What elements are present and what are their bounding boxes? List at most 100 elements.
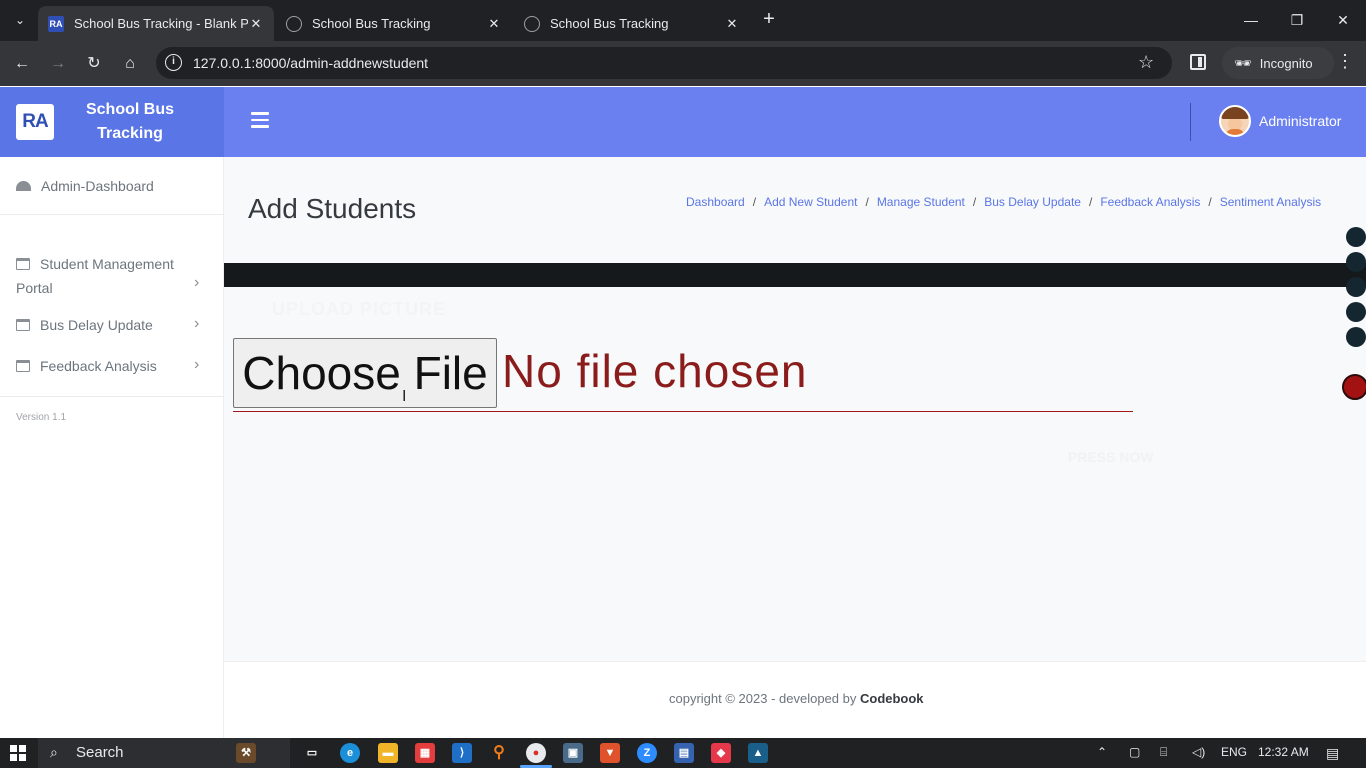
avatar[interactable] [1219,105,1251,137]
side-panel-icon[interactable] [1190,54,1206,70]
browser-tab[interactable]: School Bus Tracking ✕ [276,6,512,41]
window-icon [16,258,30,270]
floating-dot[interactable] [1346,327,1366,347]
close-tab-icon[interactable]: ✕ [248,16,264,32]
back-button[interactable]: ← [9,51,35,77]
breadcrumb-manage-student[interactable]: Manage Student [877,195,965,209]
bookmark-star-icon[interactable]: ☆ [1138,52,1154,73]
submit-button[interactable]: PRESS NOW [1068,449,1154,465]
network-icon[interactable]: ⌸ [1160,745,1167,760]
search-everything-icon[interactable]: ⚲ [489,743,509,763]
tab-search-dropdown-icon[interactable]: ⌄ [8,8,32,32]
floating-dot[interactable] [1346,252,1366,272]
anydesk-icon[interactable]: ◆ [711,743,731,763]
breadcrumb-sentiment-analysis[interactable]: Sentiment Analysis [1220,195,1321,209]
notifications-icon[interactable]: ▤ [1326,745,1339,762]
clock[interactable]: 12:32 AM [1258,745,1309,759]
app-logo[interactable]: RA [16,104,54,140]
close-tab-icon[interactable]: ✕ [724,16,740,32]
sidebar-item-label: Feedback Analysis [40,358,157,374]
windows-start-icon[interactable] [10,745,26,761]
globe-icon [524,15,540,32]
breadcrumb-add-new-student[interactable]: Add New Student [764,195,857,209]
close-tab-icon[interactable]: ✕ [486,16,502,32]
navbar-divider [1190,103,1191,141]
sidebar-item-label: Admin-Dashboard [41,178,154,194]
task-view-icon[interactable]: ▭ [302,743,322,763]
url-text[interactable]: 127.0.0.1:8000/admin-addnewstudent [193,55,428,71]
tab-title: School Bus Tracking [550,16,669,31]
sidebar-item-admin-dashboard[interactable]: Admin-Dashboard [16,178,154,194]
volume-icon[interactable]: ◁) [1192,745,1205,759]
sidebar-item-label: Student Management Portal [16,256,174,296]
sidebar-item-student-management[interactable]: Student Management Portal [16,252,186,300]
sidebar-divider [0,396,224,397]
hamburger-menu-icon[interactable] [251,112,269,128]
new-tab-button[interactable]: + [758,8,780,32]
incognito-icon: 🕶 [1234,54,1252,71]
choose-file-button[interactable]: Choose File [233,338,497,408]
store-icon[interactable]: ▦ [415,743,435,763]
breadcrumb: Dashboard / Add New Student / Manage Student… [686,195,1322,209]
sidebar-item-bus-delay[interactable]: Bus Delay Update [16,317,153,333]
main-content [224,157,1366,661]
minimize-button[interactable]: — [1228,8,1274,32]
vscode-icon[interactable]: ⟩ [452,743,472,763]
tab-title: School Bus Tracking - Blank Pa [74,16,248,31]
user-name[interactable]: Administrator [1259,113,1341,129]
close-window-button[interactable]: ✕ [1320,8,1366,32]
footer-text: copyright © 2023 - developed by Codebook [669,691,924,706]
breadcrumb-bus-delay-update[interactable]: Bus Delay Update [984,195,1081,209]
no-file-chosen-text: No file chosen [502,345,808,397]
file-input-underline [233,411,1133,412]
reload-button[interactable]: ↻ [81,51,107,77]
floating-dot[interactable] [1346,227,1366,247]
sidebar-divider [0,214,224,215]
incognito-label: Incognito [1259,55,1313,71]
chevron-right-icon[interactable]: › [194,356,199,374]
screen-capture-icon[interactable]: ▤ [674,743,694,763]
brave-icon[interactable]: ▼ [600,743,620,763]
gauge-icon [16,181,31,191]
language-indicator[interactable]: ENG [1221,745,1247,759]
chrome-icon[interactable]: ● [526,743,546,763]
brand-title[interactable]: School Bus Tracking [64,98,196,146]
browser-menu-icon[interactable]: ⋮ [1336,51,1354,72]
remote-desktop-icon[interactable]: ▣ [563,743,583,763]
text-cursor-icon: I [402,388,407,405]
page-title: Add Students [248,193,417,224]
floating-dot[interactable] [1346,302,1366,322]
floating-dot[interactable] [1346,277,1366,297]
browser-tab[interactable]: School Bus Tracking ✕ [514,6,750,41]
chevron-right-icon[interactable]: › [194,315,199,333]
edge-icon[interactable]: e [340,743,360,763]
footer-brand-link[interactable]: Codebook [860,691,924,706]
tab-title: School Bus Tracking [312,16,431,31]
copyright-text: copyright © 2023 - developed by [669,691,860,706]
meet-now-icon[interactable]: ▢ [1129,745,1140,759]
terminal-icon[interactable]: ▲ [748,743,768,763]
floating-red-dot[interactable] [1342,374,1366,400]
sidebar-item-label: Bus Delay Update [40,317,153,333]
window-icon [16,360,30,372]
sidebar-item-feedback[interactable]: Feedback Analysis [16,358,157,374]
window-icon [16,319,30,331]
browser-tab-active[interactable]: RA School Bus Tracking - Blank Pa ✕ [38,6,274,41]
breadcrumb-dashboard[interactable]: Dashboard [686,195,745,209]
upload-picture-label: UPLOAD PICTURE [272,299,447,319]
tray-overflow-icon[interactable]: ⌃ [1097,745,1107,759]
zoom-icon[interactable]: Z [637,743,657,763]
incognito-badge[interactable]: 🕶 Incognito [1222,47,1334,79]
version-label: Version 1.1 [16,412,67,423]
forward-button[interactable]: → [45,51,71,77]
chevron-right-icon[interactable]: › [194,274,199,292]
top-navbar [224,87,1366,157]
search-icon: ⌕ [50,744,58,760]
file-explorer-icon[interactable]: ▬ [378,743,398,763]
breadcrumb-feedback-analysis[interactable]: Feedback Analysis [1100,195,1200,209]
site-info-icon[interactable]: i [165,54,182,71]
sidebar [0,157,224,738]
home-button[interactable]: ⌂ [117,51,143,77]
form-header-bar [224,263,1366,287]
restore-button[interactable]: ❐ [1274,8,1320,32]
